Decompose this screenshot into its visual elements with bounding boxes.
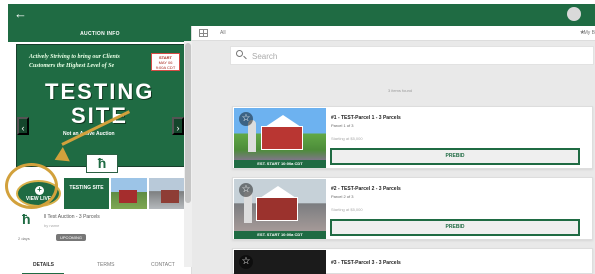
- left-panel-scrollbar[interactable]: [184, 41, 192, 267]
- barn-icon: [256, 186, 298, 221]
- thumbnail-farm-1[interactable]: [111, 178, 147, 209]
- lot-starting-price: Starting at $5,000: [331, 136, 363, 141]
- barn-icon: [261, 115, 303, 150]
- banner-slogan-line-1: Actively Striving to bring our Clients: [29, 54, 120, 60]
- banner-title-testing: TESTING: [45, 79, 155, 104]
- date-time: 9:00A CDT: [155, 65, 176, 70]
- filter-all[interactable]: All: [220, 30, 226, 36]
- lot-parcel-count: Parcel 1 of 3: [331, 123, 354, 128]
- lot-card[interactable]: ☆ EST. START 10:00a CDT #1 - TEST-Parcel…: [232, 106, 593, 169]
- thumbnail-farm-2[interactable]: [149, 178, 185, 209]
- avatar[interactable]: [567, 7, 581, 21]
- arrow-left-icon[interactable]: ←: [14, 6, 27, 22]
- barn-icon: [161, 190, 179, 203]
- company-logo-icon: ħ: [86, 154, 118, 173]
- results-count: 3 items found: [388, 88, 413, 93]
- lot-starting-price: Starting at $5,000: [331, 207, 363, 212]
- tab-details[interactable]: DETAILS: [33, 262, 54, 268]
- search-icon: [236, 50, 243, 57]
- auction-timer: 2 days: [18, 236, 30, 241]
- company-logo-icon: ħ: [22, 211, 31, 227]
- barn-icon: [119, 190, 137, 203]
- previous-image-button[interactable]: ‹: [17, 117, 29, 135]
- auction-info-panel: AUCTION INFO Actively Striving to bring …: [8, 26, 192, 274]
- search-placeholder: Search: [252, 52, 278, 61]
- lot-start-time: EST. START 10:00a CDT: [234, 231, 326, 239]
- auction-byline: by name: [44, 223, 60, 228]
- auction-banner: Actively Striving to bring our Clients C…: [16, 44, 185, 167]
- lots-panel: All ★ My B Search 3 items found ☆ EST. S…: [192, 26, 595, 274]
- lot-photo[interactable]: ☆ EST. START 10:00a CDT: [234, 108, 326, 168]
- prebid-button[interactable]: PREBID: [330, 148, 580, 165]
- status-badge: UPCOMING: [56, 234, 86, 241]
- banner-slogan: Actively Striving to bring our Clients C…: [29, 53, 147, 71]
- lot-card[interactable]: ☆ EST. START 10:00a CDT #2 - TEST-Parcel…: [232, 177, 593, 240]
- auction-date-badge: START MAY 06 9:00A CDT: [151, 53, 180, 71]
- lot-title[interactable]: #3 - TEST-Parcel 3 - 3 Parcels: [331, 260, 401, 266]
- lot-card[interactable]: ☆ #3 - TEST-Parcel 3 - 3 Parcels: [232, 248, 593, 274]
- tab-terms[interactable]: TERMS: [97, 262, 115, 268]
- prebid-button[interactable]: PREBID: [330, 219, 580, 236]
- auction-title: ll Test Auction - 3 Parcels: [44, 214, 100, 220]
- banner-slogan-line-2: Customers the Highest Level of Se: [29, 63, 115, 69]
- app-frame: ← AUCTION INFO Actively Striving to brin…: [0, 0, 595, 274]
- favorite-star-icon[interactable]: ☆: [239, 255, 253, 269]
- lot-title[interactable]: #1 - TEST-Parcel 1 - 3 Parcels: [331, 115, 401, 121]
- next-image-button[interactable]: ›: [172, 117, 184, 135]
- lot-parcel-count: Parcel 2 of 3: [331, 194, 354, 199]
- lot-start-time: EST. START 10:00a CDT: [234, 160, 326, 168]
- thumbnail-testing-site[interactable]: TESTING SITE: [64, 178, 109, 209]
- auction-tabs: DETAILS TERMS CONTACT: [8, 258, 191, 274]
- lot-photo[interactable]: ☆ EST. START 10:00a CDT: [234, 179, 326, 239]
- top-app-bar: ←: [8, 4, 595, 26]
- favorite-star-icon[interactable]: ☆: [239, 112, 253, 126]
- lot-title[interactable]: #2 - TEST-Parcel 2 - 3 Parcels: [331, 186, 401, 192]
- view-live-callout-circle: [5, 163, 58, 209]
- tab-contact[interactable]: CONTACT: [151, 262, 175, 268]
- my-bids-label[interactable]: My B: [584, 30, 595, 36]
- auction-info-title: AUCTION INFO: [8, 26, 191, 42]
- favorite-star-icon[interactable]: ☆: [239, 183, 253, 197]
- grid-icon[interactable]: [199, 29, 208, 37]
- lot-photo[interactable]: ☆: [234, 250, 326, 274]
- lots-toolbar: All ★ My B: [192, 26, 595, 41]
- scrollbar-thumb[interactable]: [185, 43, 191, 203]
- search-input[interactable]: Search: [230, 46, 594, 65]
